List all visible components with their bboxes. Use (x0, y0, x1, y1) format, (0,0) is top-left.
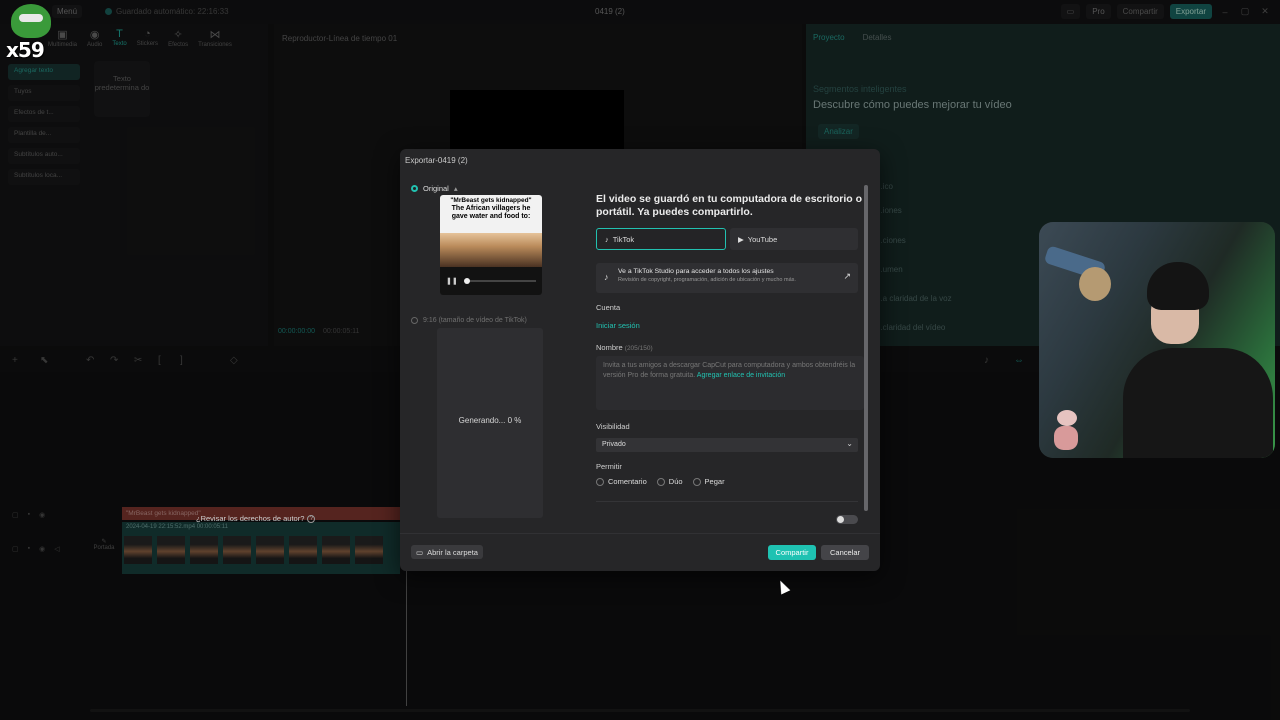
name-field[interactable]: Invita a tus amigos a descargar CapCut p… (596, 356, 864, 410)
permit-stitch-label: Pegar (704, 477, 725, 486)
permit-label: Permitir (596, 462, 622, 471)
export-preview: "MrBeast gets kidnapped" The African vil… (440, 195, 542, 295)
share-settings: El video se guardó en tu computadora de … (587, 179, 870, 537)
checkbox[interactable] (596, 477, 604, 486)
mascot-body (1054, 426, 1078, 450)
name-label: Nombre (205/150) (596, 343, 653, 352)
radio-original[interactable] (411, 185, 418, 192)
permit-options: Comentario Dúo Pegar (596, 477, 725, 486)
studio-title: Ve a TikTok Studio para acceder a todos … (618, 268, 774, 275)
platform-youtube-label: YouTube (747, 234, 778, 244)
preview-headline: "MrBeast gets kidnapped" The African vil… (440, 195, 542, 233)
streamer-body (1123, 348, 1273, 458)
permit-comment[interactable]: Comentario (596, 477, 647, 486)
folder-icon: ▭ (416, 547, 424, 557)
permit-duet-label: Dúo (668, 477, 683, 486)
copyright-toggle[interactable] (836, 515, 858, 524)
chevron-up-icon[interactable]: ▴ (454, 184, 458, 193)
youtube-icon: ▶ (738, 234, 744, 244)
saved-message: El video se guardó en tu computadora de … (596, 193, 863, 218)
preview-controls: ❚❚ (440, 269, 542, 293)
open-folder-button[interactable]: ▭ Abrir la carpeta (411, 545, 483, 559)
visibility-value: Privado (602, 441, 626, 448)
tiktok-icon: ♪ (605, 234, 609, 244)
generating-status: Generando... 0 % (458, 416, 522, 425)
help-icon[interactable]: ? (307, 514, 316, 523)
generating-box: Generando... 0 % (437, 328, 543, 518)
preview-headline-a: "MrBeast gets kidnapped" (450, 197, 532, 204)
platform-tiktok-label: TikTok (612, 234, 635, 244)
logo-text: x59 (6, 38, 45, 62)
dialog-title: Exportar-0419 (2) (405, 156, 468, 165)
name-label-text: Nombre (596, 343, 623, 352)
preview-progress[interactable] (463, 278, 536, 284)
invite-link[interactable]: Agregar enlace de invitación (697, 372, 785, 379)
open-folder-label: Abrir la carpeta (427, 547, 478, 557)
copyright-check: ¿Revisar los derechos de autor? ? (196, 514, 316, 523)
streamer (1123, 262, 1273, 458)
permit-comment-label: Comentario (608, 477, 647, 486)
share-button[interactable]: Compartir (768, 545, 816, 560)
channel-logo: x59 (5, 2, 53, 62)
option-original-label: Original (423, 184, 449, 193)
permit-stitch[interactable]: Pegar (692, 477, 725, 486)
chevron-down-icon: ⌄ (846, 439, 853, 448)
tiktok-studio-banner[interactable]: ♪ Ve a TikTok Studio para acceder a todo… (596, 263, 858, 293)
checkbox[interactable] (656, 477, 665, 486)
export-dialog: Exportar-0419 (2) Original ▴ "MrBeast ge… (400, 149, 880, 571)
option-original[interactable]: Original ▴ (411, 184, 458, 193)
divider (596, 501, 858, 502)
webcam-overlay (1039, 222, 1275, 458)
streamer-hair (1147, 262, 1209, 310)
option-916[interactable]: 9:16 (tamaño de vídeo de TikTok) (411, 317, 527, 324)
preview-headline-b: The African villagers he gave water and … (451, 205, 531, 220)
mascot-figure (1051, 410, 1081, 452)
account-label: Cuenta (596, 303, 621, 312)
platform-youtube[interactable]: ▶ YouTube (730, 228, 858, 250)
permit-duet[interactable]: Dúo (656, 477, 683, 486)
radio-916[interactable] (411, 317, 418, 324)
mascot-head (1057, 410, 1077, 426)
external-link-icon[interactable]: ↗ (843, 271, 851, 282)
cancel-button[interactable]: Cancelar (821, 545, 869, 560)
studio-subtitle: Revisión de copyright, programación, adi… (618, 277, 796, 283)
login-link[interactable]: Iniciar sesión (596, 321, 640, 330)
visibility-select[interactable]: Privado ⌄ (596, 438, 858, 452)
name-counter: (205/150) (624, 345, 653, 352)
scrollbar-thumb[interactable] (864, 185, 868, 511)
capcut-app: Menú Guardado automático: 22:16:33 0419 … (0, 0, 1280, 720)
dialog-scrollbar[interactable] (864, 185, 868, 511)
checkbox[interactable] (692, 477, 701, 486)
pause-icon[interactable]: ❚❚ (446, 277, 458, 285)
frog-icon (11, 4, 51, 38)
platform-tiktok[interactable]: ♪ TikTok (596, 228, 726, 250)
option-916-label: 9:16 (tamaño de vídeo de TikTok) (423, 317, 527, 324)
visibility-label: Visibilidad (596, 422, 630, 431)
copyright-label: ¿Revisar los derechos de autor? (196, 514, 305, 523)
preview-image (440, 233, 542, 267)
tiktok-icon: ♪ (604, 272, 609, 282)
microphone (1079, 267, 1111, 301)
